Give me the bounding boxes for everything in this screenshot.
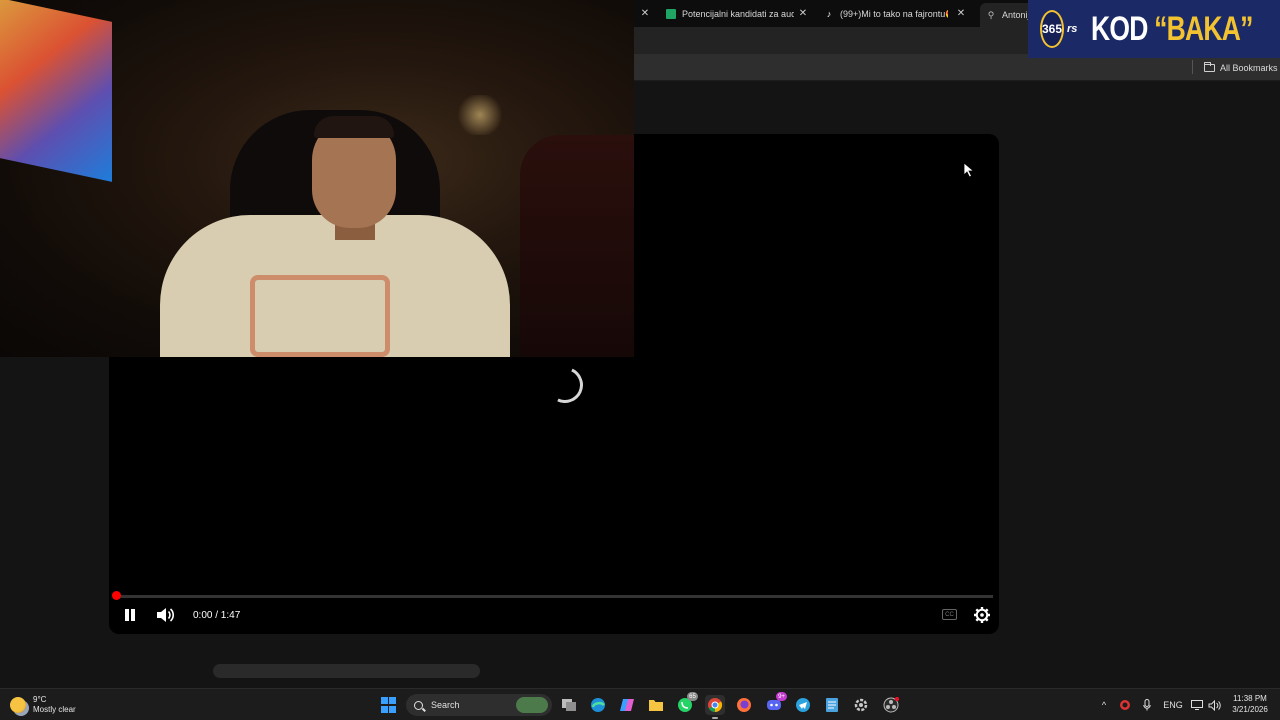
tab-close-icon[interactable]: ✕ [638,6,652,20]
windows-taskbar: 9°C Mostly clear Search 65 9+ ^ ENG 11:3… [0,688,1280,720]
webcam-overlay [0,0,634,357]
clock-time: 11:38 PM [1233,694,1267,703]
tab-sheets[interactable]: Potencijalni kandidati za audicij [666,3,794,25]
webcam-gaming-chair [520,135,634,357]
show-hidden-icons-chevron-icon[interactable]: ^ [1098,695,1110,715]
webcam-person-hair [314,116,394,138]
speaker-icon[interactable] [1207,695,1221,715]
file-explorer-icon[interactable] [646,695,666,715]
bookmarks-separator [1192,60,1193,74]
time-display: 0:00 / 1:47 [193,609,241,621]
tab-close-icon[interactable]: ✕ [796,6,810,20]
webcam-tv-screen [0,0,112,182]
discord-badge: 9+ [776,692,787,701]
google-sheets-icon [666,9,676,19]
stream-brand-overlay: 365 rs KOD “BAKA” [1028,0,1280,58]
taskbar-clock[interactable]: 11:38 PM 3/21/2026 [1226,693,1274,715]
loading-skeleton-bar [213,664,480,678]
progress-bar[interactable] [115,595,993,598]
whatsapp-badge: 65 [687,692,698,701]
bookmarks-bar: All Bookmarks [634,54,1280,81]
task-view-icon[interactable] [559,695,579,715]
search-icon [414,700,423,710]
all-bookmarks-button[interactable]: All Bookmarks [1204,54,1278,81]
brand-title-white: KOD [1091,9,1155,48]
brand-logo-suffix: rs [1067,23,1078,35]
mouse-cursor-icon [963,162,975,178]
language-indicator[interactable]: ENG [1162,695,1184,715]
moon-cloud-icon [10,697,26,713]
active-indicator [712,717,718,719]
webcam-shirt-print [250,275,390,357]
tray-app-icon[interactable] [1118,695,1132,715]
tab-close-icon[interactable]: ✕ [954,6,968,20]
obs-icon[interactable] [881,695,901,715]
webcam-window-lights [455,95,505,135]
screen: ✕ Potencijalni kandidati za audicij ✕ ♪ … [0,0,1280,720]
windows-logo-icon [381,697,397,713]
cc-icon[interactable]: CC [942,609,957,620]
tiktok-icon: ♪ [826,9,832,19]
search-highlight-icon [516,697,548,713]
taskbar-search[interactable]: Search [406,694,552,716]
pause-icon[interactable] [121,606,139,624]
notepad-icon[interactable] [822,695,842,715]
volume-icon[interactable] [155,606,175,624]
tab-title: (99+)Mi to tako na fajrontu😍 [840,8,948,19]
folder-icon [1204,61,1215,72]
brand-logo: 365 [1040,10,1065,48]
copilot-icon[interactable] [617,695,637,715]
weather-widget[interactable]: 9°C Mostly clear [10,693,76,717]
weather-condition: Mostly clear [33,705,76,714]
firefox-icon[interactable] [734,695,754,715]
weather-temp: 9°C [33,695,47,704]
telegram-icon[interactable] [793,695,813,715]
microphone-icon[interactable] [1141,695,1153,715]
loading-spinner-icon [541,361,589,409]
network-icon[interactable] [1190,695,1204,715]
chrome-icon[interactable] [705,695,725,719]
brand-logo-number: 365 [1042,22,1063,36]
search-label: Search [431,700,460,710]
settings-icon[interactable] [973,606,991,624]
clock-date: 3/21/2026 [1232,705,1268,714]
brand-title-yellow: “BAKA” [1154,9,1254,48]
brand-title: KOD “BAKA” [1091,10,1253,49]
start-button[interactable] [379,695,399,715]
progress-scrubber[interactable] [112,591,121,600]
link-icon: ⚲ [987,9,995,20]
whatsapp-icon[interactable]: 65 [675,692,698,715]
all-bookmarks-label: All Bookmarks [1220,62,1278,73]
settings-app-icon[interactable] [851,695,871,715]
tab-title: Potencijalni kandidati za audicij [682,9,794,19]
discord-icon[interactable]: 9+ [764,692,787,715]
edge-icon[interactable] [588,695,608,715]
tab-tiktok[interactable]: ♪ (99+)Mi to tako na fajrontu😍 [824,3,948,25]
